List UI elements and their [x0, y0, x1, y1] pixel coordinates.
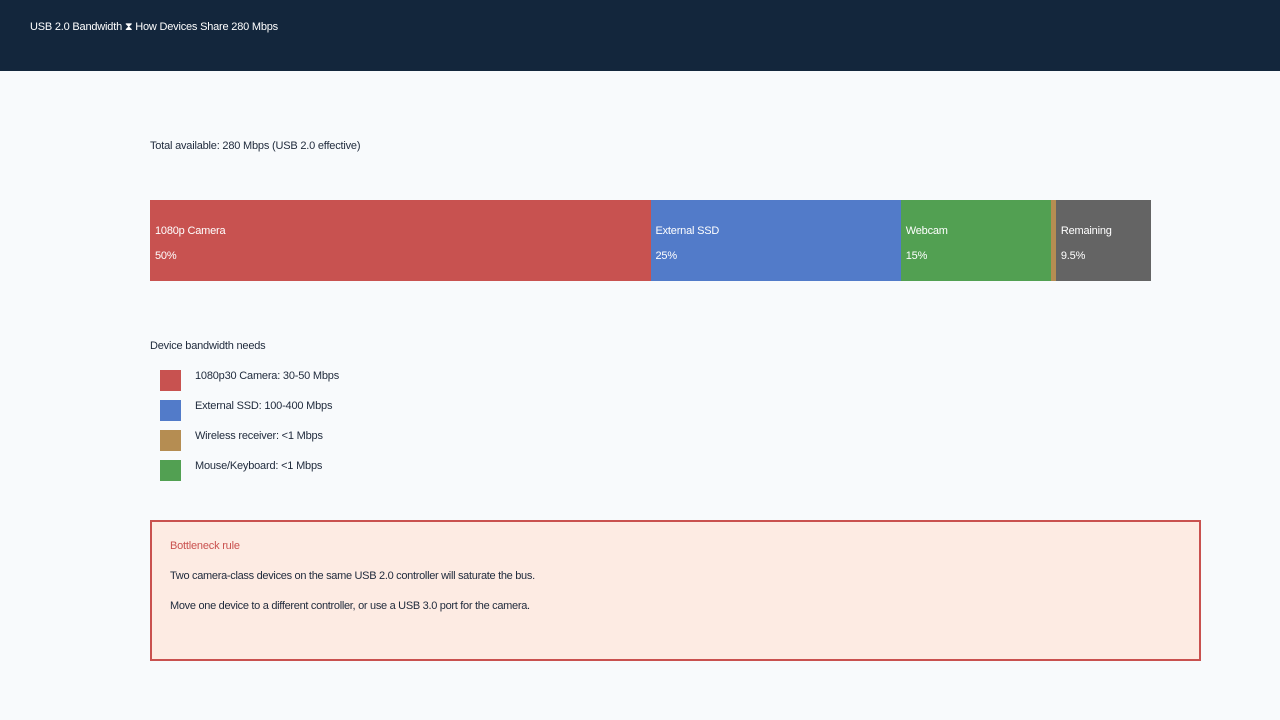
legend-label: 1080p30 Camera: 30-50 Mbps	[195, 370, 340, 382]
bar-segment-webcam: Webcam 15%	[900, 200, 1051, 281]
legend-swatch	[160, 430, 181, 451]
callout-line-2: Move one device to a different controlle…	[170, 600, 530, 612]
segment-label: Remaining	[1060, 225, 1112, 237]
bar-segment-1080p-camera: 1080p Camera 50%	[150, 200, 651, 281]
segment-percent-label: 50%	[155, 250, 177, 262]
legend: 1080p30 Camera: 30-50 Mbps External SSD: …	[160, 370, 460, 490]
segment-label: External SSD	[655, 225, 720, 237]
segment-percent-label: 9.5%	[1060, 250, 1086, 262]
legend-item: Wireless receiver: <1 Mbps	[160, 430, 460, 460]
bar-segment-remaining: Remaining 9.5%	[1055, 200, 1151, 281]
legend-swatch	[160, 460, 181, 481]
header-bar: USB 2.0 Bandwidth ⧗ How Devices Share 28…	[0, 0, 1280, 71]
segment-label: Webcam	[905, 225, 948, 237]
legend-swatch	[160, 400, 181, 421]
bar-segment-external-ssd: External SSD 25%	[650, 200, 901, 281]
legend-title: Device bandwidth needs	[150, 340, 266, 352]
segment-percent-label: 25%	[655, 250, 678, 262]
page-title: USB 2.0 Bandwidth ⧗ How Devices Share 28…	[30, 21, 278, 33]
legend-item: 1080p30 Camera: 30-50 Mbps	[160, 370, 460, 400]
callout-title: Bottleneck rule	[170, 540, 240, 552]
legend-label: Wireless receiver: <1 Mbps	[195, 430, 323, 442]
legend-label: External SSD: 100-400 Mbps	[195, 400, 333, 412]
legend-swatch	[160, 370, 181, 391]
legend-label: Mouse/Keyboard: <1 Mbps	[195, 460, 323, 472]
bottleneck-callout: Bottleneck rule Two camera-class devices…	[150, 520, 1201, 661]
callout-line-1: Two camera-class devices on the same USB…	[170, 570, 535, 582]
bandwidth-stacked-bar: 1080p Camera 50% External SSD 25% Webcam 15% R…	[150, 200, 1151, 281]
legend-item: External SSD: 100-400 Mbps	[160, 400, 460, 430]
legend-item: Mouse/Keyboard: <1 Mbps	[160, 460, 460, 490]
segment-percent-label: 15%	[905, 250, 928, 262]
total-bandwidth-label: Total available: 280 Mbps (USB 2.0 effec…	[150, 140, 361, 152]
segment-label: 1080p Camera	[155, 225, 226, 237]
